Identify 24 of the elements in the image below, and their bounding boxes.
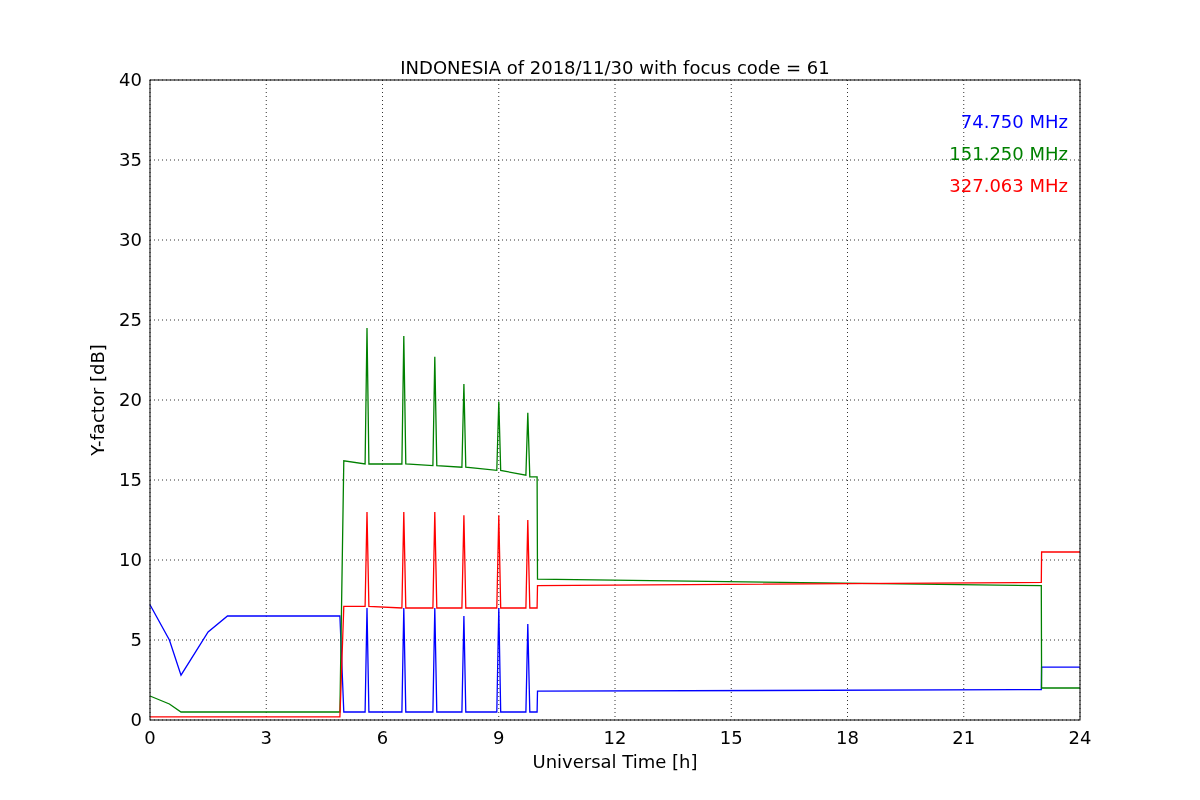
tick-label: 6 [376, 727, 389, 748]
tick-label: 5 [130, 629, 142, 650]
chart-title: INDONESIA of 2018/11/30 with focus code = 61 [400, 57, 830, 78]
tick-label: 40 [119, 69, 142, 90]
axis-label: Universal Time [h] [532, 751, 698, 772]
tick-label: 25 [119, 309, 142, 330]
tick-label: 35 [119, 149, 142, 170]
legend-label: 327.063 MHz [949, 175, 1068, 196]
tick-label: 0 [130, 709, 142, 730]
tick-label: 3 [260, 727, 272, 748]
legend-label: 74.750 MHz [960, 111, 1068, 132]
tick-label: 0 [144, 727, 156, 748]
tick-label: 20 [119, 389, 142, 410]
tick-label: 24 [1068, 727, 1092, 748]
axis-label: Y-factor [dB] [87, 344, 108, 456]
tick-label: 12 [603, 727, 627, 748]
tick-label: 15 [119, 469, 142, 490]
tick-label: 15 [719, 727, 743, 748]
tick-label: 21 [952, 727, 976, 748]
tick-label: 9 [493, 727, 505, 748]
tick-label: 30 [119, 229, 142, 250]
legend-label: 151.250 MHz [949, 143, 1068, 164]
tick-label: 18 [836, 727, 859, 748]
tick-label: 10 [119, 549, 142, 570]
